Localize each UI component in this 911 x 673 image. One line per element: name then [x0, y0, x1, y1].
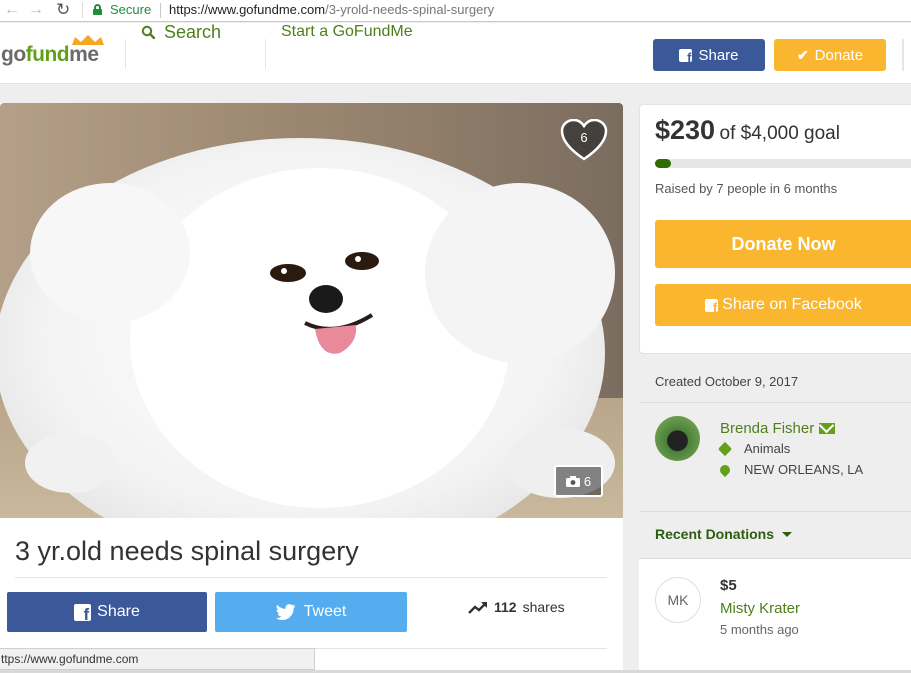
- raised-by-text: Raised by 7 people in 6 months: [655, 181, 838, 196]
- share-on-facebook-label: Share on Facebook: [722, 296, 862, 313]
- donor-avatar: MK: [655, 577, 701, 623]
- photo-count-badge[interactable]: 6: [554, 465, 603, 497]
- facebook-share-button[interactable]: Share: [7, 592, 207, 632]
- raised-summary: $230 of $4,000 goal: [655, 115, 840, 146]
- check-icon: ✔: [796, 46, 809, 63]
- tweet-button[interactable]: Tweet: [215, 592, 407, 632]
- site-header: gofundme Share ✔ Donate: [0, 23, 911, 84]
- share-button-label: Share: [97, 603, 140, 620]
- search-link[interactable]: Search: [164, 22, 221, 43]
- share-on-facebook-button[interactable]: Share on Facebook: [655, 284, 911, 326]
- search-icon[interactable]: [141, 25, 155, 39]
- shares-number: 112: [494, 599, 517, 615]
- progress-fill: [655, 159, 671, 168]
- secure-label: Secure: [110, 2, 152, 17]
- category-label: Animals: [744, 441, 791, 456]
- campaign-photo[interactable]: 6 6: [0, 103, 623, 518]
- back-arrow-icon[interactable]: ←: [4, 1, 20, 19]
- donate-card: $230 of $4,000 goal Raised by 7 people i…: [639, 104, 911, 354]
- caret-down-icon: [782, 531, 793, 537]
- facebook-icon: [705, 298, 719, 315]
- donor-name: Misty Krater: [720, 600, 801, 617]
- envelope-icon[interactable]: [819, 423, 836, 434]
- browser-status-bar: ttps://www.gofundme.com: [0, 648, 315, 670]
- campaign-panel: 6 6 3 yr.old needs spinal surgery Share …: [0, 103, 623, 673]
- progress-bar: [655, 159, 911, 168]
- tag-icon: [717, 441, 733, 456]
- facebook-icon: [74, 603, 92, 625]
- campaign-title: 3 yr.old needs spinal surgery: [15, 536, 359, 566]
- recent-donations-heading: Recent Donations: [655, 526, 775, 542]
- info-divider: [639, 402, 911, 403]
- title-divider: [15, 577, 607, 578]
- donate-now-label: Donate Now: [731, 233, 836, 254]
- url-path: /3-yrold-needs-spinal-surgery: [325, 2, 495, 17]
- tweet-button-label: Tweet: [303, 603, 347, 620]
- forward-arrow-icon[interactable]: →: [28, 1, 44, 19]
- reload-icon[interactable]: ↻: [56, 0, 70, 20]
- map-pin-icon: [717, 462, 733, 477]
- lock-icon: [93, 4, 102, 15]
- donation-amount: $5: [720, 577, 737, 594]
- start-gofundme-link[interactable]: Start a GoFundMe: [281, 23, 413, 41]
- search-divider: [125, 39, 141, 69]
- dog-illustration: [0, 138, 615, 518]
- logo-go: go: [1, 43, 26, 66]
- url-host: https://www.gofundme.com: [169, 2, 326, 17]
- header-right-divider: [902, 39, 904, 71]
- header-donate-button[interactable]: ✔ Donate: [774, 39, 886, 71]
- organizer-avatar[interactable]: [655, 416, 700, 461]
- header-share-button[interactable]: Share: [653, 39, 765, 71]
- trending-up-icon: [468, 601, 487, 614]
- raised-amount: $230: [655, 115, 716, 145]
- address-divider: [82, 2, 83, 18]
- goal-text: of $4,000 goal: [719, 123, 840, 144]
- header-donate-label: Donate: [814, 46, 864, 64]
- browser-address-bar: ← → ↻ Secure https://www.gofundme.com/3-…: [0, 0, 911, 22]
- facebook-icon: [679, 48, 693, 65]
- organizer-link[interactable]: Brenda Fisher: [720, 420, 836, 437]
- status-url: ttps://www.gofundme.com: [1, 652, 139, 666]
- camera-icon: [565, 475, 580, 487]
- shares-label: shares: [522, 599, 565, 615]
- twitter-bird-icon: [275, 604, 296, 620]
- logo-me: me: [69, 43, 99, 66]
- location-label: NEW ORLEANS, LA: [744, 462, 864, 477]
- url-field[interactable]: https://www.gofundme.com/3-yrold-needs-s…: [169, 2, 494, 17]
- logo-fund: fund: [25, 43, 70, 66]
- url-divider: [160, 3, 161, 18]
- info-divider: [639, 511, 911, 512]
- heart-count: 6: [580, 130, 588, 145]
- share-count: 112 shares: [468, 599, 565, 615]
- gofundme-logo[interactable]: gofundme: [1, 43, 99, 67]
- category-row[interactable]: Animals: [717, 441, 791, 456]
- organizer-name: Brenda Fisher: [720, 420, 815, 437]
- start-divider: [265, 39, 266, 69]
- donate-now-button[interactable]: Donate Now: [655, 220, 911, 268]
- header-share-label: Share: [698, 46, 739, 64]
- recent-donations-toggle[interactable]: Recent Donations: [655, 526, 793, 542]
- location-row: NEW ORLEANS, LA: [717, 462, 864, 477]
- donation-time: 5 months ago: [720, 622, 799, 637]
- crown-icon: [72, 35, 104, 45]
- created-date: Created October 9, 2017: [655, 374, 799, 389]
- photo-count: 6: [583, 473, 592, 489]
